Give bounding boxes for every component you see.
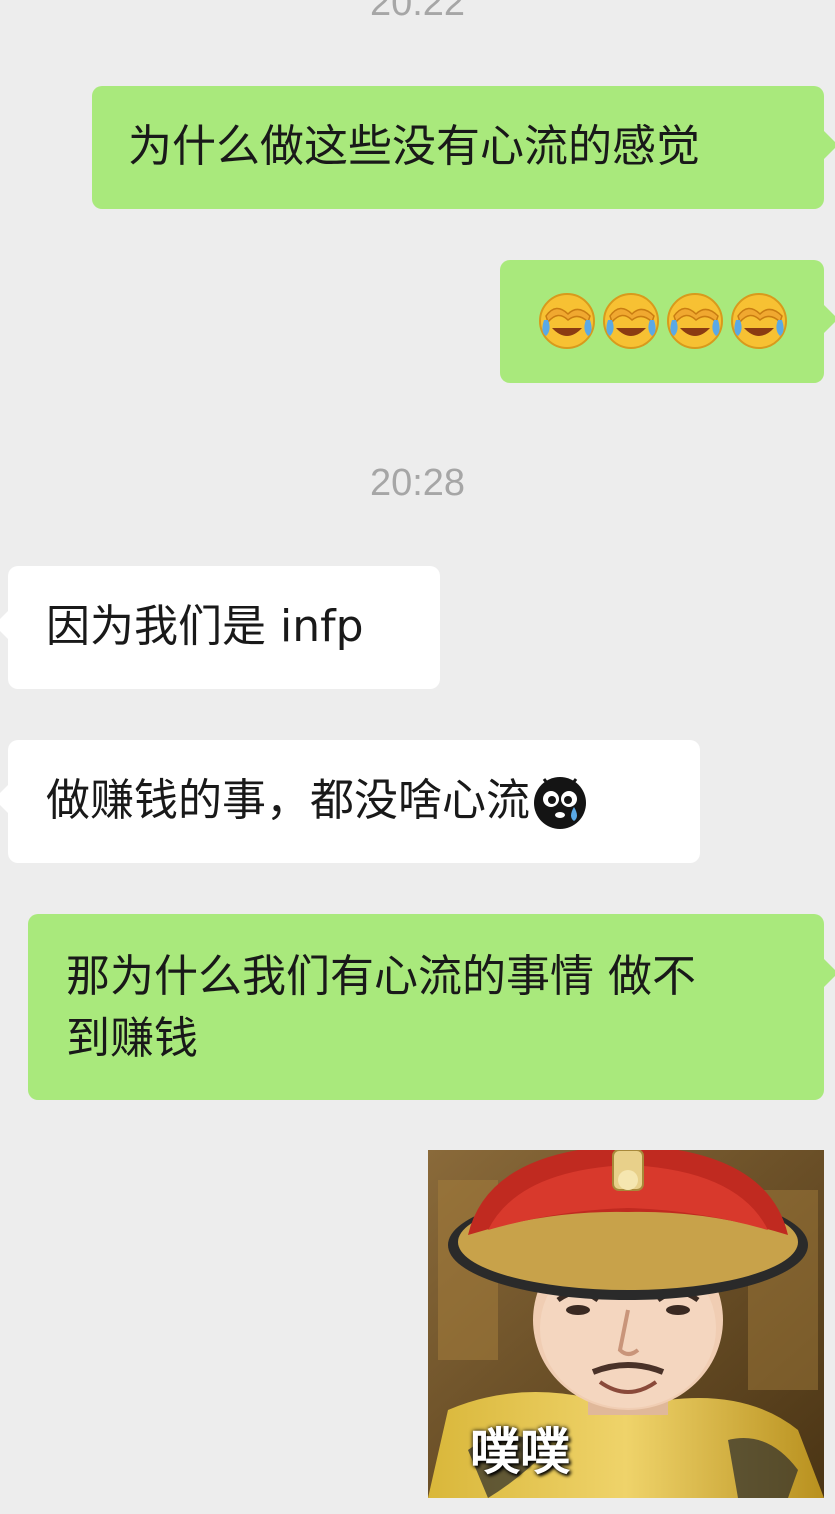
message-text: 为什么做这些没有心流的感觉 [128, 121, 700, 172]
sticker-image[interactable]: 噗噗 [428, 1150, 824, 1498]
message-text-line-2: 到赚钱 [66, 1013, 198, 1064]
message-text: 因为我们是 infp [46, 601, 364, 652]
bubble-tail [823, 304, 835, 334]
crying-laughing-emoji-icon [539, 293, 595, 349]
emoji-row [538, 292, 824, 350]
crying-laughing-emoji-icon [603, 293, 659, 349]
teary-black-face-emoji-icon [534, 777, 586, 829]
message-bubble-incoming[interactable]: 做赚钱的事，都没啥心流 [0, 740, 700, 863]
sticker-caption: 噗噗 [470, 1423, 570, 1481]
message-text-with-emoji: 做赚钱的事，都没啥心流 [46, 770, 700, 832]
message-text: 做赚钱的事，都没啥心流 [46, 775, 530, 826]
timestamp-top: 20:22 [369, 0, 466, 24]
crying-laughing-emoji-icon [731, 293, 787, 349]
message-text-line-1: 那为什么我们有心流的事情 做不 [66, 951, 696, 1002]
bubble-tail [823, 130, 835, 160]
timestamp: 20:28 [369, 462, 466, 504]
bubble-tail [0, 784, 9, 814]
message-bubble-outgoing[interactable]: 那为什么我们有心流的事情 做不 到赚钱 [28, 914, 835, 1100]
bubble-tail [0, 610, 9, 640]
message-bubble-outgoing[interactable]: 为什么做这些没有心流的感觉 [92, 86, 835, 209]
message-bubble-incoming[interactable]: 因为我们是 infp [0, 566, 440, 689]
crying-laughing-emoji-icon [667, 293, 723, 349]
bubble-tail [823, 958, 835, 988]
message-bubble-outgoing-emoji[interactable] [500, 260, 835, 383]
